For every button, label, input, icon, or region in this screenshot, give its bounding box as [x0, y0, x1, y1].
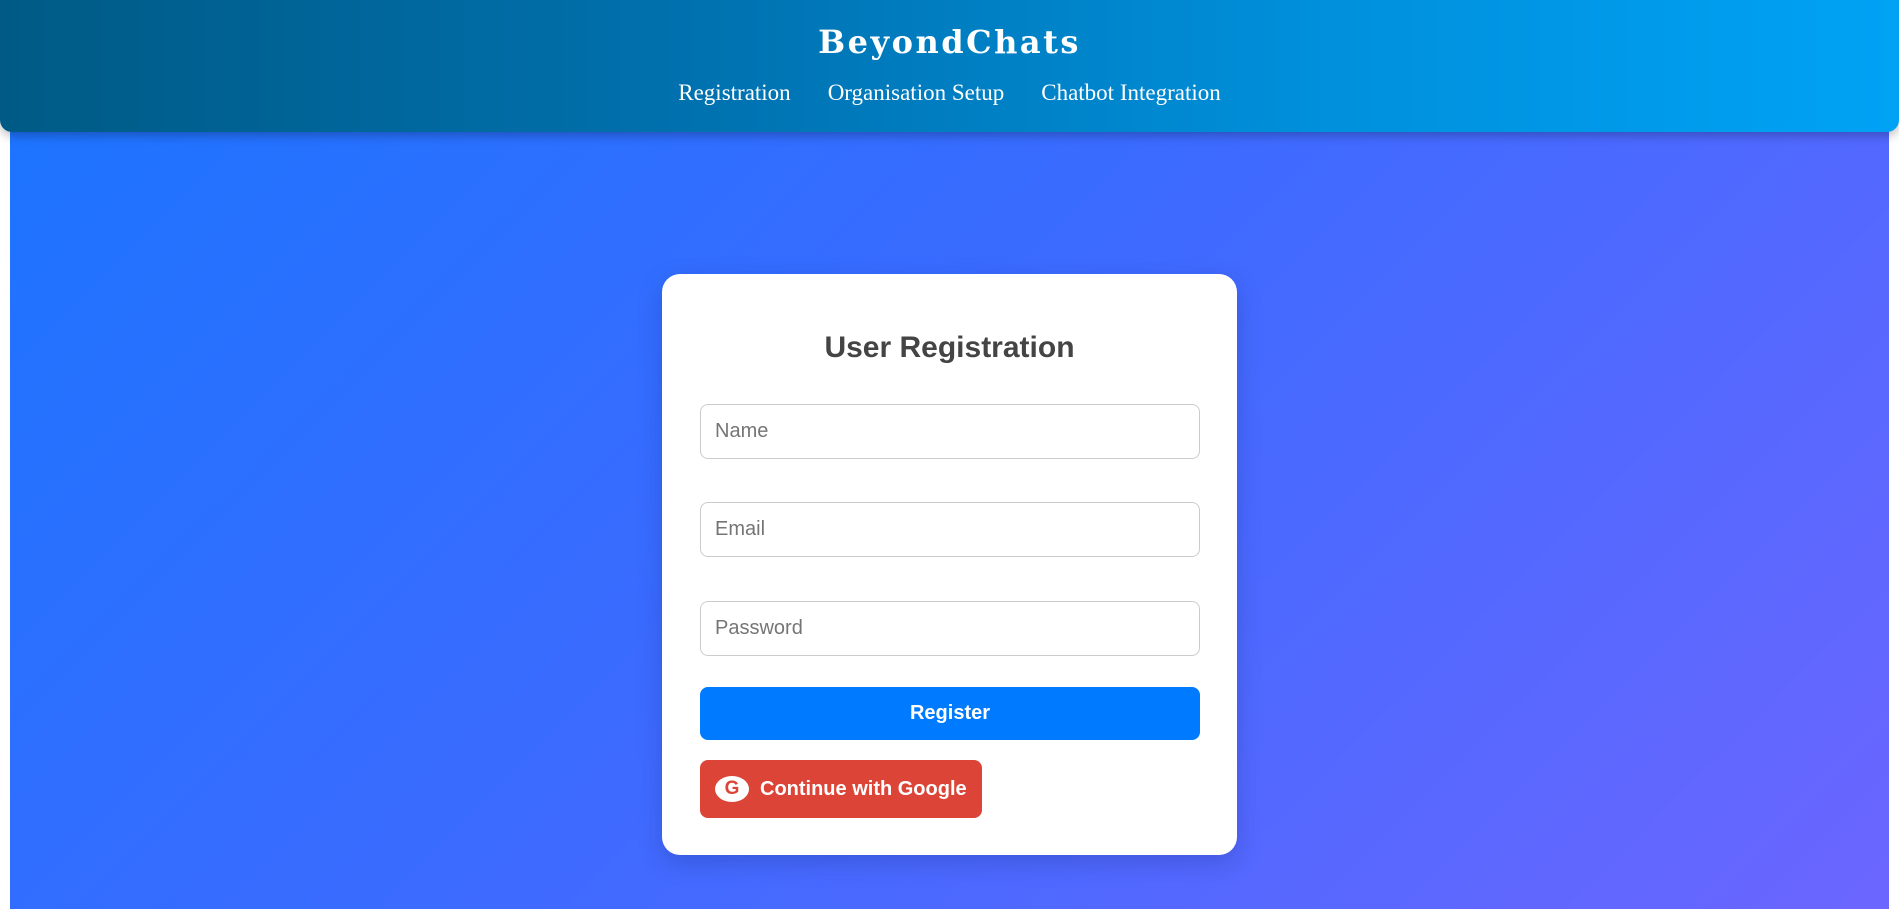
nav-item-organisation-setup[interactable]: Organisation Setup [828, 78, 1005, 108]
form-title: User Registration [824, 331, 1075, 364]
page: BeyondChats Registration Organisation Se… [0, 0, 1899, 909]
password-input[interactable] [700, 601, 1200, 656]
google-button-label: Continue with Google [760, 777, 967, 800]
register-button[interactable]: Register [700, 687, 1200, 740]
brand-title: BeyondChats [818, 23, 1081, 61]
name-input[interactable] [700, 404, 1200, 459]
registration-card: User Registration Register G Continue wi… [662, 274, 1237, 855]
google-signin-button[interactable]: G Continue with Google [700, 760, 982, 818]
nav-item-registration[interactable]: Registration [678, 78, 790, 108]
top-header: BeyondChats Registration Organisation Se… [0, 0, 1899, 132]
main-nav: Registration Organisation Setup Chatbot … [0, 78, 1899, 108]
email-input[interactable] [700, 502, 1200, 557]
google-icon: G [715, 776, 749, 802]
nav-item-chatbot-integration[interactable]: Chatbot Integration [1041, 78, 1221, 108]
